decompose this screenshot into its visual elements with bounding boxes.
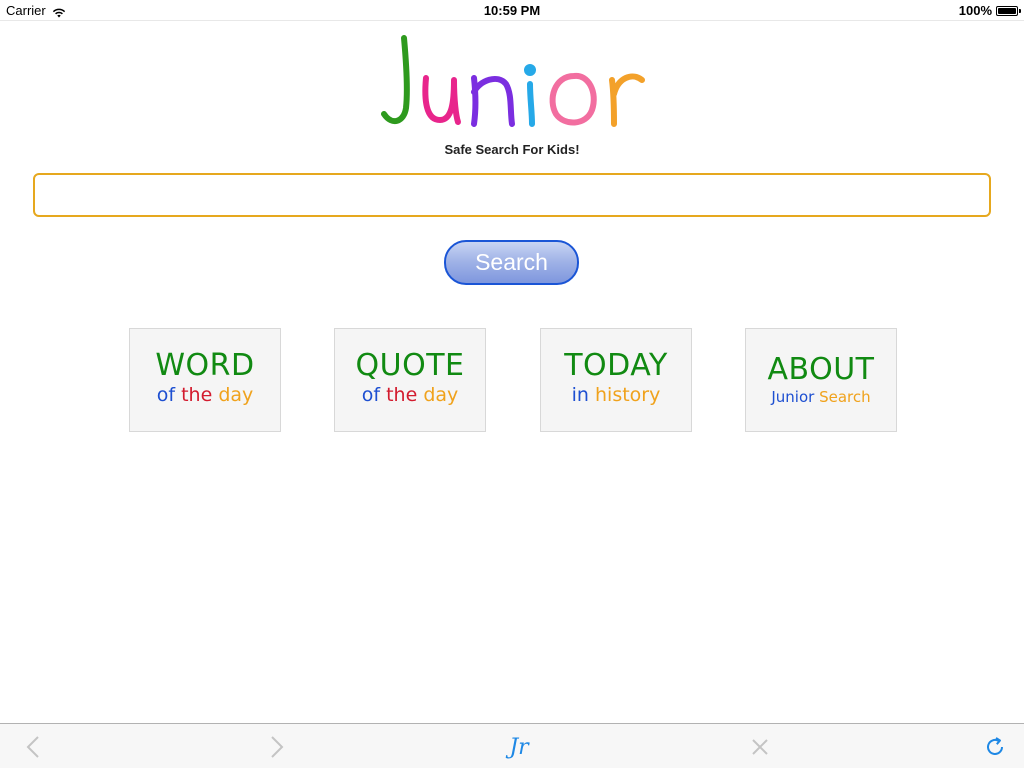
tile-title: QUOTE [355, 348, 465, 383]
logo-letter-u [422, 75, 461, 125]
screen: Carrier 10:59 PM 100% Safe Search For Ki… [0, 0, 1024, 768]
junior-logo [378, 30, 648, 130]
search-button[interactable]: Search [444, 240, 579, 285]
home-button[interactable]: Jr [504, 734, 534, 760]
tile-sub-word: Junior [771, 388, 815, 406]
status-bar: Carrier 10:59 PM 100% [0, 0, 1024, 20]
tile-subtitle: of the day [130, 383, 280, 407]
forward-button[interactable] [264, 734, 290, 760]
bottom-toolbar: Jr [0, 723, 1024, 768]
logo-letter-o [549, 72, 597, 126]
status-right: 100% [958, 3, 1021, 18]
logo-letter-n [471, 75, 515, 127]
tile-sub-word: Search [819, 388, 871, 406]
tile-title: WORD [155, 348, 255, 383]
back-button[interactable] [20, 734, 46, 760]
tile-sub-word: of [361, 384, 381, 406]
tile-title: TODAY [564, 348, 668, 383]
logo-letter-i [527, 81, 535, 127]
tile-sub-word: the [386, 384, 418, 406]
tagline: Safe Search For Kids! [444, 142, 580, 157]
tile-subtitle: of the day [335, 383, 485, 407]
tile-sub-word: in [571, 384, 589, 406]
quote-of-the-day-tile[interactable]: QUOTE of the day [334, 328, 486, 432]
logo-letter-r [609, 73, 645, 127]
word-of-the-day-tile[interactable]: WORD of the day [129, 328, 281, 432]
logo-letter-i-dot [524, 64, 536, 76]
reload-button[interactable] [982, 734, 1008, 760]
tile-subtitle: Junior Search [746, 387, 896, 407]
tile-subtitle: in history [541, 383, 691, 407]
chevron-right-icon [271, 736, 284, 758]
today-in-history-tile[interactable]: TODAY in history [540, 328, 692, 432]
close-icon [752, 739, 768, 755]
chevron-left-icon [26, 736, 39, 758]
about-junior-search-tile[interactable]: ABOUT Junior Search [745, 328, 897, 432]
tile-sub-word: day [423, 384, 459, 406]
tile-title: ABOUT [767, 352, 875, 387]
tile-sub-word: the [181, 384, 213, 406]
stop-button[interactable] [747, 734, 773, 760]
tile-sub-word: of [156, 384, 176, 406]
status-time: 10:59 PM [483, 3, 541, 18]
status-divider [0, 20, 1024, 21]
junior-logo-graphic [381, 35, 645, 127]
search-input[interactable] [33, 173, 991, 217]
tile-sub-word: history [595, 384, 661, 406]
logo-letter-j [381, 35, 410, 125]
tile-sub-word: day [218, 384, 254, 406]
reload-icon [987, 737, 1003, 755]
battery-percent: 100% [958, 3, 992, 18]
battery-icon [996, 5, 1021, 16]
